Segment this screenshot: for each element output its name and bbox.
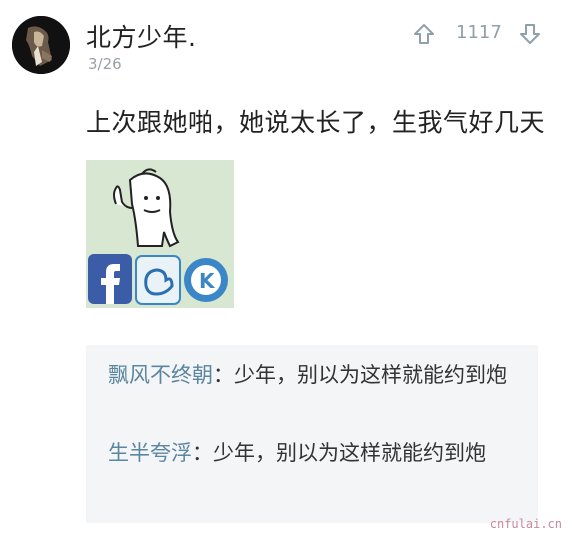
comment-section: 飘风不终朝：少年，别以为这样就能约到炮 生半夸浮：少年，别以为这样就能约到炮 — [86, 345, 538, 523]
comment-text: 少年，别以为这样就能约到炮 — [213, 441, 486, 465]
avatar[interactable] — [12, 16, 70, 74]
username[interactable]: 北方少年. — [86, 18, 196, 54]
meme-image[interactable]: K — [86, 160, 234, 308]
upvote-arrow-icon[interactable] — [412, 22, 436, 46]
avatar-image — [12, 16, 70, 74]
downvote-arrow-icon[interactable] — [518, 22, 542, 46]
uc-browser-icon — [135, 255, 181, 305]
svg-text:K: K — [199, 269, 216, 293]
comment-separator: ： — [192, 441, 213, 465]
meme-drawing: K — [86, 160, 234, 308]
post-date: 3/26 — [88, 55, 122, 73]
post-text: 上次跟她啪，她说太长了，生我气好几天 — [86, 108, 546, 137]
vote-count: 1117 — [456, 22, 502, 43]
comment-separator: ： — [213, 363, 234, 387]
comment-author[interactable]: 生半夸浮 — [108, 441, 192, 465]
comment-author[interactable]: 飘风不终朝 — [108, 363, 213, 387]
comment-text: 少年，别以为这样就能约到炮 — [234, 363, 507, 387]
comment-item: 生半夸浮：少年，别以为这样就能约到炮 — [108, 437, 518, 469]
comment-item: 飘风不终朝：少年，别以为这样就能约到炮 — [108, 359, 518, 391]
watermark: cnfulai.cn — [489, 517, 562, 531]
